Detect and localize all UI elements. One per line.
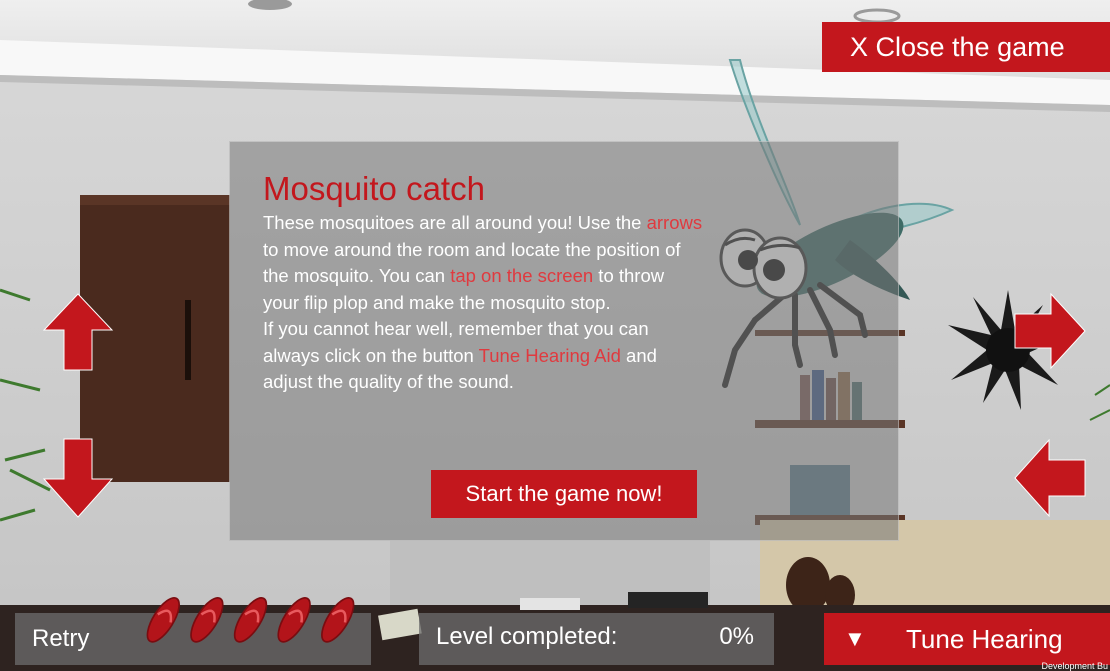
flip-flop-icon xyxy=(146,597,180,643)
level-completed-label: Level completed: xyxy=(436,623,618,650)
arrow-left-icon[interactable] xyxy=(1013,438,1087,518)
dialog-body: These mosquitoes are all around you! Use… xyxy=(263,210,703,396)
game-scene[interactable]: X Close the game Mosquito catch These mo… xyxy=(0,0,1110,671)
arrow-down-icon[interactable] xyxy=(42,437,114,519)
highlight-tune-hearing: Tune Hearing Aid xyxy=(478,344,621,366)
flip-flop-icon xyxy=(321,597,355,643)
triangle-down-icon: ▼ xyxy=(844,626,866,651)
start-game-button[interactable]: Start the game now! xyxy=(431,470,697,518)
retry-button[interactable]: Retry xyxy=(15,597,371,665)
flip-flop-icon xyxy=(190,597,224,643)
development-build-watermark: Development Bu xyxy=(1041,661,1108,671)
lives-remaining xyxy=(146,597,355,643)
retry-label: Retry xyxy=(32,625,90,652)
level-progress-panel: Level completed: 0% xyxy=(419,613,774,665)
highlight-arrows: arrows xyxy=(646,212,703,233)
instructions-dialog: Mosquito catch These mosquitoes are all … xyxy=(229,141,899,541)
arrow-right-icon[interactable] xyxy=(1013,292,1087,370)
flip-flop-icon xyxy=(277,597,311,643)
arrow-up-icon[interactable] xyxy=(42,292,114,372)
dialog-text: These mosquitoes are all around you! Use… xyxy=(263,212,647,233)
tune-hearing-label: Tune Hearing xyxy=(906,624,1063,654)
close-game-button[interactable]: X Close the game xyxy=(822,22,1110,72)
flip-flop-icon xyxy=(233,597,268,643)
tune-hearing-button[interactable]: ▼ Tune Hearing xyxy=(824,613,1110,665)
dialog-title: Mosquito catch xyxy=(263,170,485,207)
highlight-tap: tap on the screen xyxy=(450,265,594,286)
level-completed-value: 0% xyxy=(719,623,754,650)
